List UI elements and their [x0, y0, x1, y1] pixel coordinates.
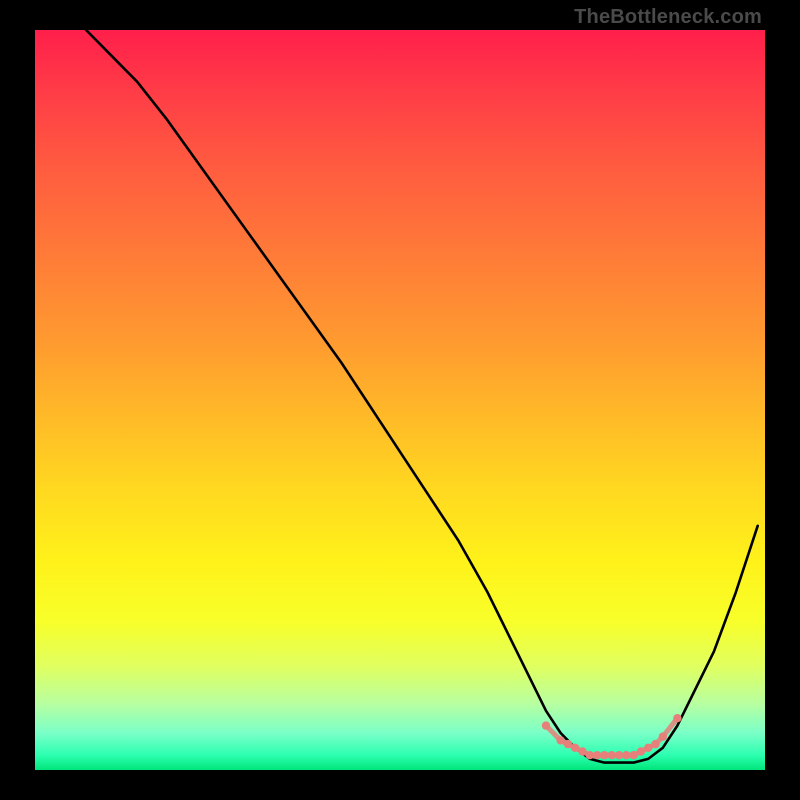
watermark: TheBottleneck.com: [574, 6, 762, 29]
chart-container: TheBottleneck.com: [0, 0, 800, 800]
bottleneck-curve: [86, 30, 758, 763]
plot-area: [35, 30, 765, 770]
chart-svg: [35, 30, 765, 770]
